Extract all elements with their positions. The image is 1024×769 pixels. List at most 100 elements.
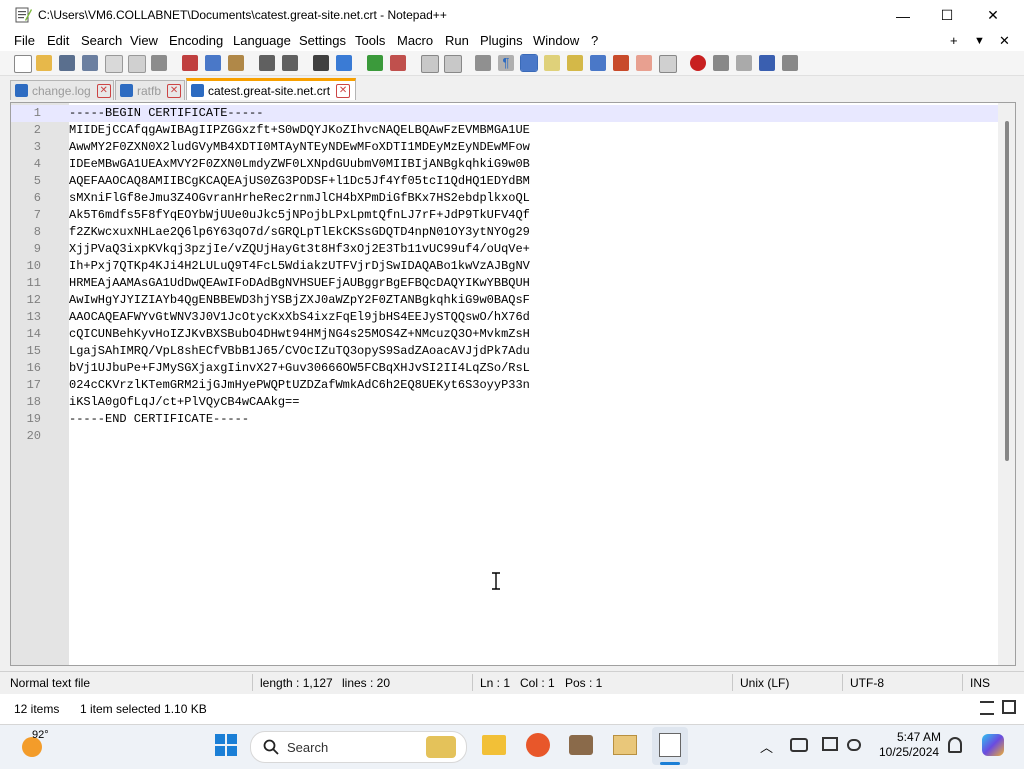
monitoring-icon[interactable] <box>636 55 652 71</box>
editor-line[interactable]: 18 iKSlA0gOfLqJ/ct+PlVQyCB4wCAAkg== <box>11 394 998 411</box>
line-text[interactable]: -----BEGIN CERTIFICATE----- <box>69 105 263 122</box>
menu-language[interactable]: Language <box>233 33 291 48</box>
line-text[interactable]: AAOCAQEAFWYvGtWNV3J0V1JcOtycKxXbS4ixzFqE… <box>69 309 530 326</box>
details-view-icon[interactable] <box>980 701 994 715</box>
print-icon[interactable] <box>151 55 167 71</box>
line-text[interactable]: cQICUNBehKyvHoIZJKvBXSBubO4DHwt94HMjNG4s… <box>69 326 530 343</box>
line-text[interactable]: Ih+Pxj7QTKp4KJi4H2LULuQ9T4FcL5WdiakzUTFV… <box>69 258 530 275</box>
tab-ratfb[interactable]: ratfb ✕ <box>115 80 185 100</box>
replace-icon[interactable] <box>336 55 352 71</box>
editor-line[interactable]: 3 AwwMY2F0ZXN0X2ludGVyMB4XDTI0MTAyNTEyNDE… <box>11 139 998 156</box>
menu-macro[interactable]: Macro <box>397 33 433 48</box>
define-language-icon[interactable] <box>544 55 560 71</box>
taskbar-search-box[interactable]: Search <box>250 731 467 763</box>
firefox-icon[interactable] <box>526 733 550 757</box>
tab-list-dropdown-icon[interactable]: ▼ <box>974 35 985 47</box>
gimp-icon[interactable] <box>569 735 593 755</box>
editor-line[interactable]: 13 AAOCAQEAFWYvGtWNV3J0V1JcOtycKxXbS4ixzF… <box>11 309 998 326</box>
document-map-icon[interactable] <box>567 55 583 71</box>
line-text[interactable]: Ak5T6mdfs5F8fYqEOYbWjUUe0uJkc5jNPojbLPxL… <box>69 207 530 224</box>
notification-bell-icon[interactable] <box>948 737 962 753</box>
close-file-icon[interactable] <box>105 55 123 73</box>
editor-line[interactable]: 10 Ih+Pxj7QTKp4KJi4H2LULuQ9T4FcL5WdiakzUT… <box>11 258 998 275</box>
editor-line[interactable]: 7 Ak5T6mdfs5F8fYqEOYbWjUUe0uJkc5jNPojbLPx… <box>11 207 998 224</box>
editor-line[interactable]: 11 HRMEAjAAMAsGA1UdDwQEAwIFoDAdBgNVHSUEFj… <box>11 275 998 292</box>
copy-icon[interactable] <box>205 55 221 71</box>
line-text[interactable]: sMXniFlGf8eJmu3Z4OGvranHrheRec2rnmJlCH4b… <box>69 190 530 207</box>
menu-window[interactable]: Window <box>533 33 579 48</box>
line-text[interactable]: f2ZKwcxuxNHLae2Q6lp6Y63qO7d/sGRQLpTlEkCK… <box>69 224 530 241</box>
close-all-icon[interactable] <box>128 55 146 73</box>
editor-line[interactable]: 16 bVj1UJbuPe+FJMySGXjaxgIinvX27+Guv30666… <box>11 360 998 377</box>
sync-horizontal-icon[interactable] <box>444 55 462 73</box>
paste-icon[interactable] <box>228 55 244 71</box>
save-all-icon[interactable] <box>82 55 98 71</box>
editor-line[interactable]: 8 f2ZKwcxuxNHLae2Q6lp6Y63qO7d/sGRQLpTlEkC… <box>11 224 998 241</box>
new-file-icon[interactable] <box>14 55 32 73</box>
eye-icon[interactable] <box>659 55 677 73</box>
find-icon[interactable] <box>313 55 329 71</box>
clock-date[interactable]: 10/25/2024 <box>879 745 939 759</box>
stop-macro-icon[interactable] <box>713 55 729 71</box>
line-text[interactable]: iKSlA0gOfLqJ/ct+PlVQyCB4wCAAkg== <box>69 394 299 411</box>
minimize-button[interactable]: — <box>880 0 926 31</box>
editor-line[interactable]: 15 LgajSAhIMRQ/VpL8shECfVBbB1J65/CVOcIZuT… <box>11 343 998 360</box>
tiles-view-icon[interactable] <box>1002 700 1016 714</box>
editor-line[interactable]: 2 MIIDEjCCAfqgAwIBAgIIPZGGxzft+S0wDQYJKoZ… <box>11 122 998 139</box>
editor-line[interactable]: 12 AwIwHgYJYIZIAYb4QgENBBEWD3hjYSBjZXJ0aW… <box>11 292 998 309</box>
menu-plugins[interactable]: Plugins <box>480 33 523 48</box>
menu-edit[interactable]: Edit <box>47 33 69 48</box>
notepadpp-taskbar-button[interactable] <box>652 727 688 765</box>
zoom-out-icon[interactable] <box>390 55 406 71</box>
menu-tools[interactable]: Tools <box>355 33 385 48</box>
redo-icon[interactable] <box>282 55 298 71</box>
sync-vertical-icon[interactable] <box>421 55 439 73</box>
menu-view[interactable]: View <box>130 33 158 48</box>
record-macro-icon[interactable] <box>690 55 706 71</box>
volume-icon[interactable] <box>847 739 861 751</box>
folder-workspace-icon[interactable] <box>613 55 629 71</box>
indent-guide-icon[interactable] <box>520 54 538 72</box>
maximize-button[interactable]: ☐ <box>924 0 970 31</box>
clock-time[interactable]: 5:47 AM <box>897 730 941 744</box>
menu-settings[interactable]: Settings <box>299 33 346 48</box>
weather-temperature[interactable]: 92° <box>32 729 49 741</box>
menu-help[interactable]: ? <box>591 33 598 48</box>
play-multiple-macro-icon[interactable] <box>759 55 775 71</box>
editor-line[interactable]: 19 -----END CERTIFICATE----- <box>11 411 998 428</box>
zoom-in-icon[interactable] <box>367 55 383 71</box>
line-text[interactable]: 024cCKVrzlKTemGRM2ijGJmHyePWQPtUZDZafWmk… <box>69 377 530 394</box>
word-wrap-icon[interactable] <box>475 55 491 71</box>
certificate-manager-icon[interactable] <box>613 735 637 755</box>
cut-icon[interactable] <box>182 55 198 71</box>
show-hidden-icons-chevron-icon[interactable]: ︿ <box>760 737 773 756</box>
display-icon[interactable] <box>822 737 838 751</box>
tab-close-icon[interactable]: ✕ <box>96 83 111 98</box>
line-text[interactable]: bVj1UJbuPe+FJMySGXjaxgIinvX27+Guv30666OW… <box>69 360 530 377</box>
line-text[interactable]: XjjPVaQ3ixpKVkqj3pzjIe/vZQUjHayGt3t8Hf3x… <box>69 241 530 258</box>
menu-run[interactable]: Run <box>445 33 469 48</box>
editor-line[interactable]: 14 cQICUNBehKyvHoIZJKvBXSBubO4DHwt94HMjNG… <box>11 326 998 343</box>
editor-line[interactable]: 4 IDEeMBwGA1UEAxMVY2F0ZXN0LmdyZWF0LXNpdGU… <box>11 156 998 173</box>
editor-line[interactable]: 20 <box>11 428 998 445</box>
line-text[interactable]: AwwMY2F0ZXN0X2ludGVyMB4XDTI0MTAyNTEyNDEw… <box>69 139 530 156</box>
editor-line[interactable]: 6 sMXniFlGf8eJmu3Z4OGvranHrheRec2rnmJlCH4… <box>11 190 998 207</box>
tab-close-icon[interactable]: ✕ <box>336 83 351 98</box>
line-text[interactable]: AwIwHgYJYIZIAYb4QgENBBEWD3hjYSBjZXJ0aWZp… <box>69 292 530 309</box>
editor-line[interactable]: 1 -----BEGIN CERTIFICATE----- <box>11 105 998 122</box>
windows-start-icon[interactable] <box>214 733 238 757</box>
show-all-characters-icon[interactable]: ¶ <box>498 55 514 71</box>
file-explorer-icon[interactable] <box>482 735 506 755</box>
play-macro-icon[interactable] <box>736 55 752 71</box>
line-text[interactable]: -----END CERTIFICATE----- <box>69 411 249 428</box>
editor-line[interactable]: 17 024cCKVrzlKTemGRM2ijGJmHyePWQPtUZDZafW… <box>11 377 998 394</box>
new-tab-plus-icon[interactable]: + <box>950 33 958 48</box>
save-macro-icon[interactable] <box>782 55 798 71</box>
menu-search[interactable]: Search <box>81 33 122 48</box>
open-file-icon[interactable] <box>36 55 52 71</box>
tab-change-log[interactable]: change.log ✕ <box>10 80 114 100</box>
editor-area[interactable]: 1 -----BEGIN CERTIFICATE----- 2 MIIDEjCCAfq… <box>10 102 1016 666</box>
status-insert-mode[interactable]: INS <box>970 676 990 690</box>
close-document-icon[interactable]: ✕ <box>999 33 1010 49</box>
menu-encoding[interactable]: Encoding <box>169 33 223 48</box>
